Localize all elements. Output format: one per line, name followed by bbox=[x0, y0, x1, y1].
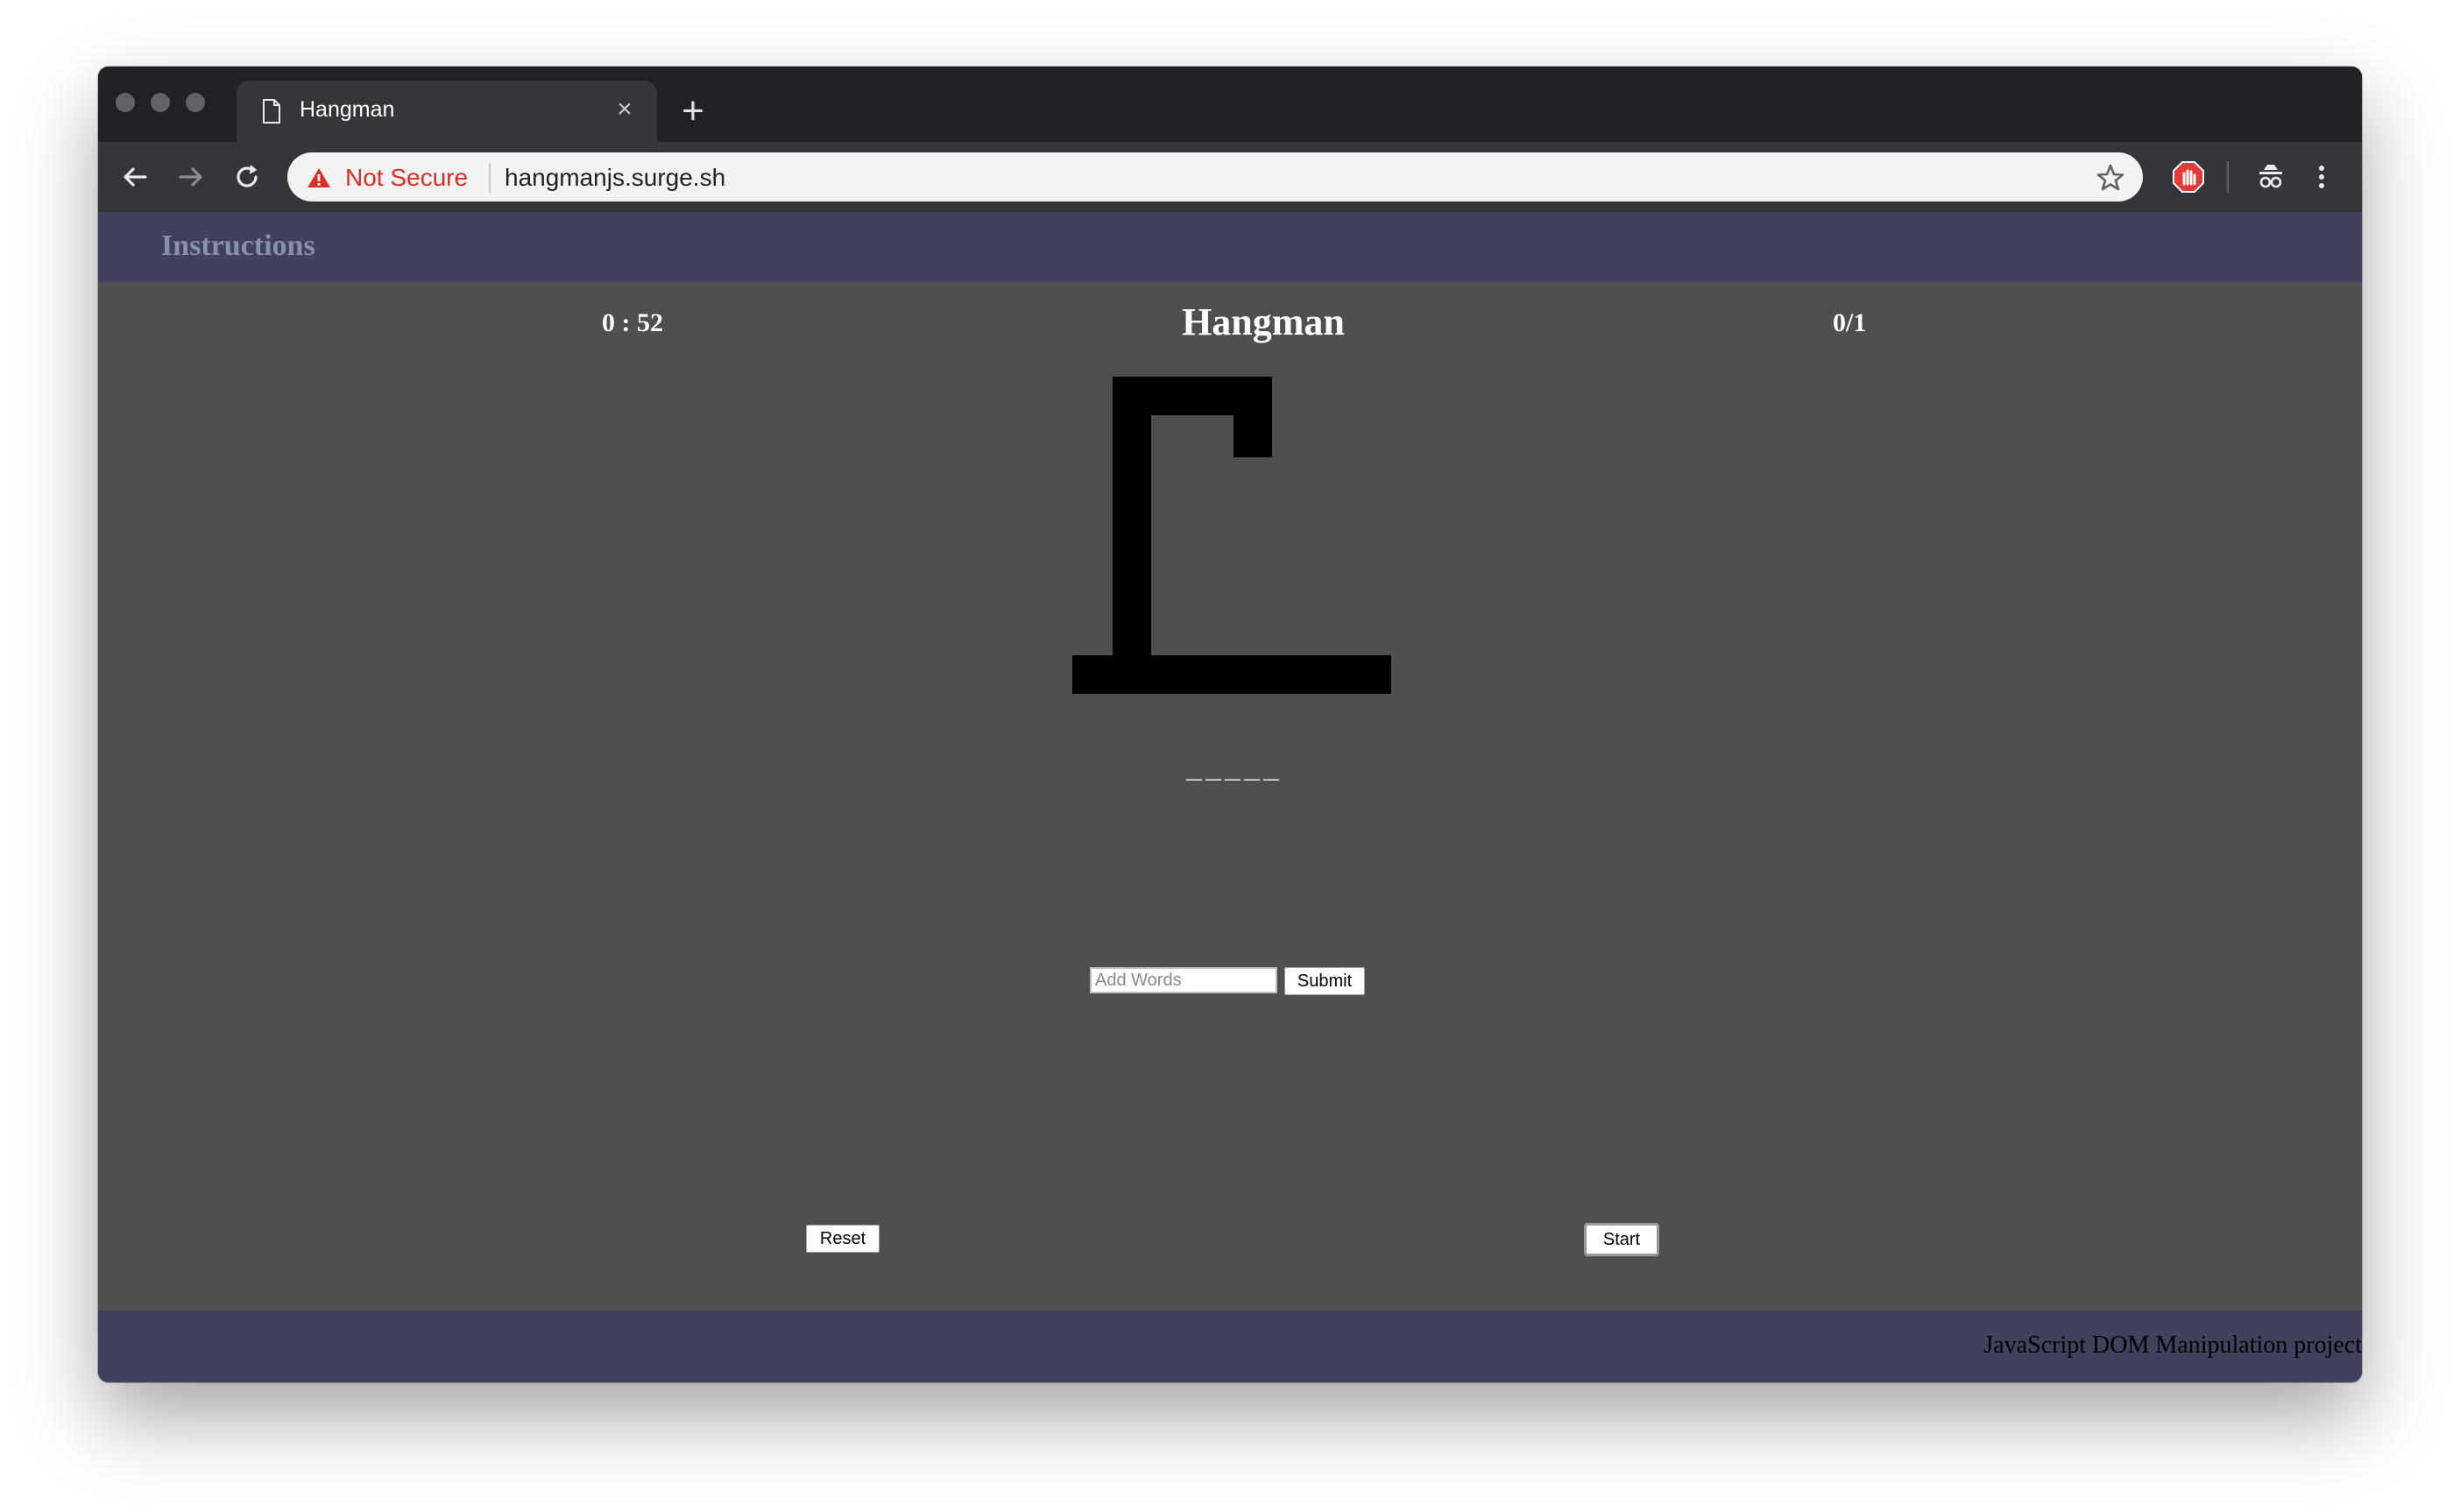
close-window-button[interactable] bbox=[116, 93, 135, 112]
address-bar[interactable]: Not Secure hangmanjs.surge.sh bbox=[287, 152, 2143, 201]
page-title: Hangman bbox=[1182, 300, 1345, 343]
warning-icon bbox=[308, 168, 330, 187]
tab-strip: Hangman × + bbox=[98, 67, 2362, 142]
maximize-window-button[interactable] bbox=[186, 93, 205, 112]
footer-text: JavaScript DOM Manipulation project bbox=[1983, 1332, 2362, 1359]
tab-title: Hangman bbox=[300, 97, 395, 122]
close-tab-icon[interactable]: × bbox=[610, 95, 640, 124]
reload-icon[interactable] bbox=[228, 158, 266, 196]
submit-button[interactable]: Submit bbox=[1284, 967, 1365, 995]
incognito-extension-icon[interactable] bbox=[2253, 159, 2288, 194]
add-words-input[interactable] bbox=[1090, 967, 1277, 993]
browser-window: Hangman × + Not Secure hangmanjs.surge.s… bbox=[98, 67, 2362, 1382]
start-button[interactable]: Start bbox=[1584, 1223, 1659, 1256]
minimize-window-button[interactable] bbox=[151, 93, 170, 112]
star-icon[interactable] bbox=[2096, 163, 2125, 193]
countdown-timer: 0 : 52 bbox=[602, 308, 663, 337]
word-blanks: _____ bbox=[1185, 757, 1283, 787]
toolbar-divider bbox=[2227, 161, 2229, 193]
instructions-link[interactable]: Instructions bbox=[161, 230, 315, 263]
gallows-drawing bbox=[1072, 377, 1391, 694]
page-header: Instructions bbox=[98, 212, 2362, 282]
gallows-post bbox=[1113, 377, 1151, 666]
forward-arrow-icon[interactable] bbox=[172, 158, 210, 196]
new-tab-button[interactable]: + bbox=[673, 91, 713, 131]
adblock-extension-icon[interactable] bbox=[2171, 159, 2206, 194]
reset-button[interactable]: Reset bbox=[806, 1225, 880, 1253]
page-footer: JavaScript DOM Manipulation project bbox=[98, 1311, 2362, 1382]
kebab-menu-icon[interactable] bbox=[2304, 159, 2339, 194]
back-arrow-icon[interactable] bbox=[116, 158, 154, 196]
gallows-rope bbox=[1234, 377, 1272, 457]
document-icon bbox=[263, 99, 280, 124]
address-divider bbox=[489, 163, 491, 193]
security-status[interactable]: Not Secure bbox=[345, 164, 468, 192]
browser-tab[interactable]: Hangman × bbox=[237, 81, 657, 142]
browser-toolbar: Not Secure hangmanjs.surge.sh bbox=[98, 142, 2362, 212]
score-counter: 0/1 bbox=[1833, 308, 1867, 337]
url-text[interactable]: hangmanjs.surge.sh bbox=[505, 164, 725, 192]
